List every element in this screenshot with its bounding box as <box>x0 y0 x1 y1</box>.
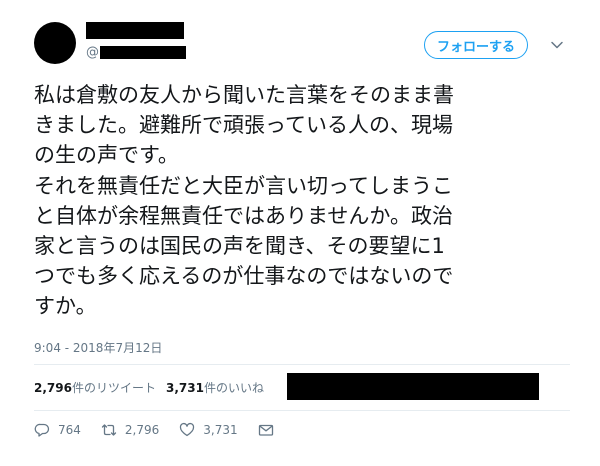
reply-count: 764 <box>58 423 81 437</box>
envelope-icon <box>258 424 273 436</box>
tweet-line: の生の声です。 <box>34 143 179 168</box>
direct-message-button[interactable] <box>258 422 282 438</box>
tweet-line: 家と言うのは国民の声を聞き、その要望に1 <box>34 234 445 259</box>
chevron-down-icon[interactable] <box>550 38 564 52</box>
handle-redacted <box>100 46 186 59</box>
tweet-timestamp[interactable]: 9:04 - 2018年7月12日 <box>34 339 162 356</box>
tweet-line: それを無責任だと大臣が言い切ってしまうこ <box>34 173 453 198</box>
action-bar: 764 2,796 3,731 <box>34 422 302 438</box>
like-stat[interactable]: 3,731件のいいね <box>166 379 264 396</box>
retweet-button[interactable]: 2,796 <box>101 422 159 438</box>
tweet-line: 私は倉敷の友人から聞いた言葉をそのまま書 <box>34 83 454 107</box>
retweet-count: 2,796 <box>124 423 160 437</box>
retweet-icon <box>101 424 117 436</box>
retweet-stat-label: 件のリツイート <box>71 381 156 395</box>
handle-prefix: @ <box>86 45 99 60</box>
divider <box>34 410 570 411</box>
divider <box>34 364 570 365</box>
retweet-stat-count: 2,796 <box>34 381 72 395</box>
tweet-line: つでも多く応えるのが仕事なのではないので <box>34 264 454 289</box>
tweet-line: きました。避難所で頑張っている人の、現場 <box>34 113 453 138</box>
heart-icon <box>180 422 195 437</box>
like-count: 3,731 <box>203 423 238 437</box>
reply-icon <box>34 423 50 437</box>
tweet-line: と自体が余程無責任ではありませんか。政治 <box>34 203 453 228</box>
likers-avatars-redacted[interactable] <box>287 373 539 400</box>
follow-button[interactable]: フォローする <box>424 31 528 59</box>
like-button[interactable]: 3,731 <box>179 422 238 438</box>
like-stat-label: 件のいいね <box>203 381 264 395</box>
tweet-line: すか。 <box>34 294 97 319</box>
engagement-stats: 2,796件のリツイート 3,731件のいいね <box>34 379 264 396</box>
retweet-stat[interactable]: 2,796件のリツイート <box>34 379 156 396</box>
avatar[interactable] <box>34 22 76 64</box>
user-handle[interactable]: @ <box>86 45 186 60</box>
tweet-text: 私は倉敷の友人から聞いた言葉をそのまま書 きました。避難所で頑張っている人の、現… <box>34 80 574 322</box>
reply-button[interactable]: 764 <box>34 422 81 438</box>
display-name-redacted[interactable] <box>86 22 184 39</box>
like-stat-count: 3,731 <box>165 381 204 395</box>
